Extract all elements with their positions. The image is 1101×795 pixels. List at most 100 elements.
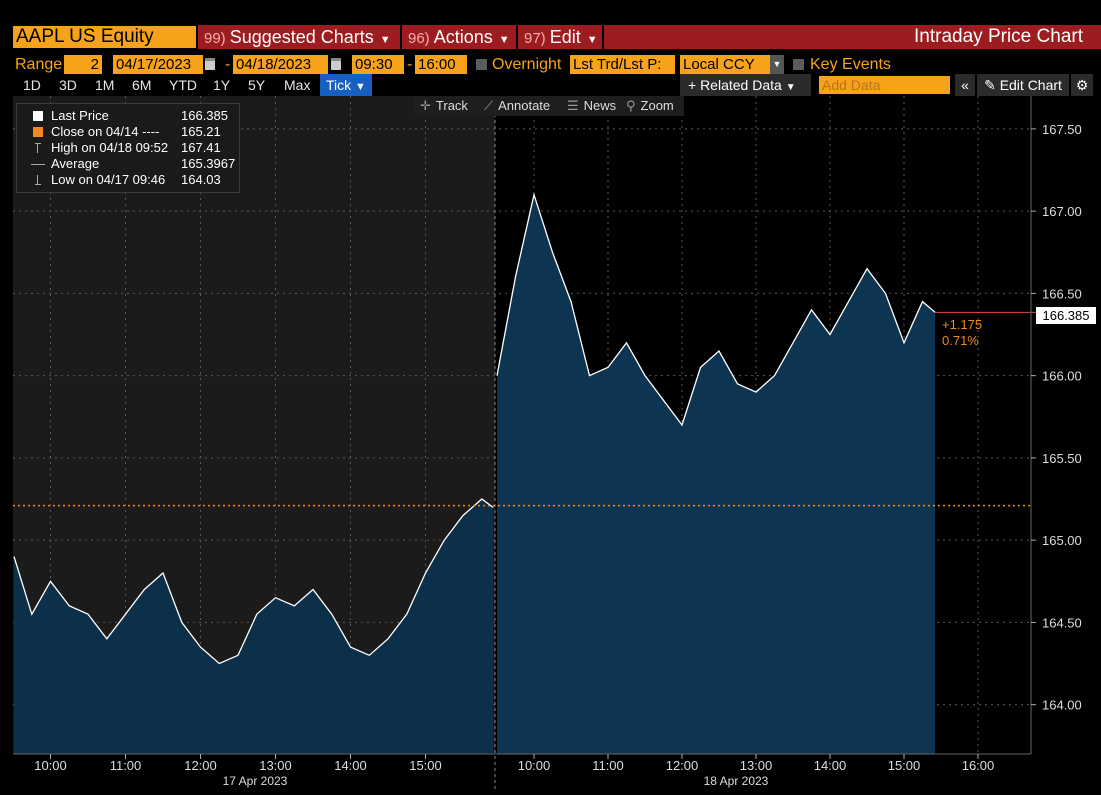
annotate-button[interactable]: ⟋ Annotate: [484, 96, 550, 116]
collapse-icon[interactable]: «: [955, 74, 975, 96]
low-marker-icon: [35, 175, 41, 185]
day-label: 18 Apr 2023: [704, 774, 769, 788]
legend-label: High on 04/18 09:52: [51, 140, 169, 155]
edit-chart-button[interactable]: ✎ Edit Chart: [977, 74, 1069, 96]
legend-high[interactable]: High on 04/18 09:52 167.41: [17, 140, 239, 156]
average-marker-icon: [31, 164, 45, 165]
news-icon: ☰: [567, 98, 579, 113]
range-bar: Range 2 04/17/2023 - 04/18/2023 09:30 - …: [0, 54, 1101, 75]
x-tick-label: 13:00: [259, 758, 292, 773]
price-field-select[interactable]: Lst Trd/Lst P:: [570, 55, 675, 74]
x-tick-label: 13:00: [740, 758, 773, 773]
y-tick-label: 164.00: [1042, 698, 1082, 713]
pencil-icon: ✎: [984, 77, 996, 93]
legend: Last Price 166.385 Close on 04/14 ---- 1…: [16, 103, 240, 193]
legend-low[interactable]: Low on 04/17 09:46 164.03: [17, 172, 239, 188]
end-date-field[interactable]: 04/18/2023: [233, 55, 328, 74]
y-tick-label: 167.50: [1042, 122, 1082, 137]
start-date-field[interactable]: 04/17/2023: [113, 55, 203, 74]
x-tick-label: 15:00: [409, 758, 442, 773]
news-button[interactable]: ☰ News: [567, 96, 616, 116]
edit-menu[interactable]: 97) Edit ▼: [518, 25, 602, 49]
edit-chart-label: Edit Chart: [999, 77, 1062, 93]
white-square-icon: [33, 111, 43, 121]
chevron-down-icon: ▼: [785, 82, 796, 93]
actions-menu[interactable]: 96) Actions ▼: [402, 25, 516, 49]
period-1d[interactable]: 1D: [23, 74, 41, 96]
news-label: News: [583, 98, 617, 113]
suggested-charts-number: 99): [204, 30, 226, 47]
legend-value: 164.03: [181, 172, 221, 187]
price-chart[interactable]: 164.00 164.50 165.00 165.50 166.00 166.50 167.…: [0, 96, 1101, 795]
currency-dropdown-icon[interactable]: ▼: [770, 55, 784, 74]
x-tick-label: 12:00: [184, 758, 217, 773]
calendar-icon[interactable]: [331, 58, 341, 70]
overnight-label: Overnight: [492, 56, 562, 73]
legend-label: Last Price: [51, 108, 109, 123]
chevron-down-icon: ▼: [379, 34, 391, 46]
legend-average[interactable]: Average 165.3967: [17, 156, 239, 172]
chevron-down-icon: ▼: [355, 81, 366, 93]
edit-number: 97): [524, 30, 546, 47]
period-1y[interactable]: 1Y: [213, 74, 230, 96]
x-tick-label: 11:00: [592, 758, 624, 773]
y-axis-background: [1031, 96, 1101, 754]
y-tick-label: 167.00: [1042, 204, 1082, 219]
high-marker-icon: [35, 143, 41, 153]
legend-last-price[interactable]: Last Price 166.385: [17, 108, 239, 124]
legend-value: 166.385: [181, 108, 228, 123]
key-events-checkbox[interactable]: [793, 59, 804, 70]
y-tick-label: 164.50: [1042, 615, 1082, 630]
related-data-button[interactable]: + Related Data ▼: [680, 74, 811, 96]
y-tick-label: 166.50: [1042, 286, 1082, 301]
end-time-field[interactable]: 16:00: [415, 55, 467, 74]
gear-icon[interactable]: ⚙: [1071, 74, 1093, 96]
add-data-input[interactable]: Add Data: [819, 76, 950, 94]
change-percent: 0.71%: [942, 333, 979, 348]
crosshair-icon: ✛: [420, 98, 431, 113]
x-tick-label: 15:00: [888, 758, 921, 773]
magnifier-icon: ⚲: [626, 98, 636, 113]
period-tick-label: Tick: [326, 77, 352, 93]
period-3d[interactable]: 3D: [59, 74, 77, 96]
x-tick-label: 10:00: [518, 758, 551, 773]
calendar-icon[interactable]: [205, 58, 215, 70]
y-tick-label: 165.50: [1042, 451, 1082, 466]
period-ytd[interactable]: YTD: [169, 74, 197, 96]
start-time-field[interactable]: 09:30: [352, 55, 404, 74]
page-title: Intraday Price Chart: [914, 26, 1083, 47]
x-tick-label: 14:00: [814, 758, 847, 773]
x-tick-label: 14:00: [334, 758, 367, 773]
period-tick-dropdown[interactable]: Tick ▼: [320, 74, 372, 96]
period-1m[interactable]: 1M: [95, 74, 114, 96]
x-tick-label: 16:00: [962, 758, 995, 773]
y-tick-label: 166.00: [1042, 369, 1082, 384]
y-tick-label: 165.00: [1042, 533, 1082, 548]
period-bar: 1D 3D 1M 6M YTD 1Y 5Y Max Tick ▼ + Relat…: [0, 74, 1101, 96]
x-tick-label: 11:00: [110, 758, 142, 773]
suggested-charts-label: Suggested Charts: [229, 27, 374, 47]
legend-label: Low on 04/17 09:46: [51, 172, 166, 187]
track-button[interactable]: ✛ Track: [420, 96, 468, 116]
last-price-tag: 166.385: [1036, 307, 1096, 324]
command-bar: AAPL US Equity 99) Suggested Charts ▼ 96) A…: [0, 24, 1101, 50]
range-number-field[interactable]: 2: [64, 55, 102, 74]
range-dash: -: [225, 56, 231, 73]
edit-label: Edit: [549, 27, 581, 47]
track-label: Track: [435, 98, 468, 113]
day-labels: 17 Apr 2023 18 Apr 2023: [223, 774, 769, 788]
day-label: 17 Apr 2023: [223, 774, 288, 788]
legend-prev-close[interactable]: Close on 04/14 ---- 165.21: [17, 124, 239, 140]
actions-number: 96): [408, 30, 430, 47]
currency-select[interactable]: Local CCY: [680, 55, 770, 74]
period-max[interactable]: Max: [284, 74, 310, 96]
period-5y[interactable]: 5Y: [248, 74, 265, 96]
zoom-button[interactable]: ⚲ Zoom: [626, 96, 674, 116]
legend-label: Close on 04/14 ----: [51, 124, 160, 139]
suggested-charts-menu[interactable]: 99) Suggested Charts ▼: [198, 25, 400, 49]
pencil-icon: ⟋: [484, 98, 494, 113]
time-dash: -: [407, 56, 413, 73]
ticker-field[interactable]: AAPL US Equity: [13, 26, 196, 48]
period-6m[interactable]: 6M: [132, 74, 151, 96]
overnight-checkbox[interactable]: [476, 59, 487, 70]
